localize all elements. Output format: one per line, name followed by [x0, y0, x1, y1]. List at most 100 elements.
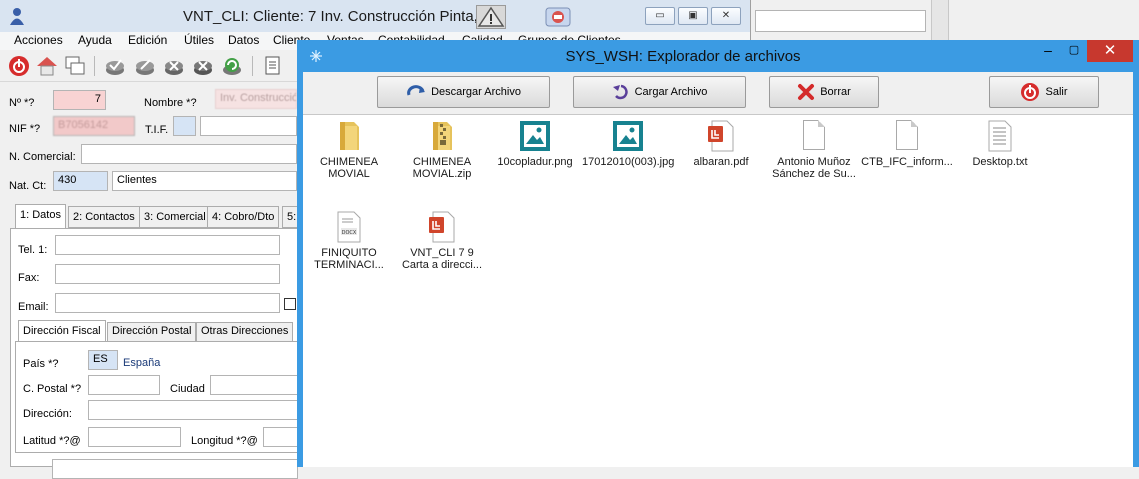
salir-button[interactable]: Salir	[989, 76, 1099, 108]
borrar-button[interactable]: Borrar	[769, 76, 879, 108]
folder-icon	[333, 120, 365, 152]
fg-window-title: SYS_WSH: Explorador de archivos	[565, 48, 801, 65]
file-item[interactable]: Desktop.txt	[954, 120, 1046, 168]
ciudad-label: Ciudad	[170, 383, 205, 395]
natct-value-field[interactable]: Clientes	[112, 171, 297, 191]
toolbar-separator	[94, 56, 95, 76]
file-item[interactable]: VNT_CLI 7 9 Carta a direcci...	[396, 211, 488, 271]
file-name: Desktop.txt	[972, 156, 1028, 168]
tab-datos[interactable]: 1: Datos	[15, 204, 66, 229]
home-icon[interactable]	[36, 55, 58, 77]
bg-close-button[interactable]: ✕	[711, 7, 741, 25]
other-window-scrollbar[interactable]	[931, 0, 948, 42]
tel-label: Tel. 1:	[18, 244, 48, 256]
file-item[interactable]: CHIMENEA MOVIAL	[303, 120, 395, 180]
menu-acciones[interactable]: Acciones	[14, 32, 63, 48]
subtab-direccion-fiscal[interactable]: Dirección Fiscal	[18, 320, 106, 342]
cpostal-field[interactable]	[88, 375, 160, 395]
tab-comercial[interactable]: 3: Comercial	[139, 206, 211, 228]
edit-stack-icon[interactable]	[134, 55, 156, 77]
file-name: VNT_CLI 7 9 Carta a direcci...	[401, 247, 483, 271]
tab-contactos[interactable]: 2: Contactos	[68, 206, 140, 228]
desktop-area	[948, 0, 1139, 42]
direccion-field[interactable]	[88, 400, 298, 420]
menu-datos[interactable]: Datos	[228, 32, 259, 48]
pais-label: País *?	[23, 358, 59, 370]
natct-label: Nat. Ct:	[9, 180, 47, 192]
toolbar-separator	[252, 56, 253, 76]
fg-close-button[interactable]: ✕	[1087, 40, 1133, 62]
docx-file-icon: DOCX	[333, 211, 365, 243]
tif-code-field[interactable]	[173, 116, 196, 136]
file-item[interactable]: 10copladur.png	[489, 120, 581, 168]
file-name: 10copladur.png	[497, 156, 573, 168]
num-field[interactable]: 7	[53, 90, 106, 110]
pais-code-field[interactable]: ES	[88, 350, 118, 370]
file-item[interactable]: CTB_IFC_inform...	[861, 120, 953, 168]
latitud-field[interactable]	[88, 427, 181, 447]
file-item[interactable]: albaran.pdf	[675, 120, 767, 168]
file-item[interactable]: CHIMENEA MOVIAL.zip	[396, 120, 488, 180]
bg-maximize-button[interactable]: ▣	[678, 7, 708, 25]
natct-code-field[interactable]: 430	[53, 171, 108, 191]
cargar-archivo-button[interactable]: Cargar Archivo	[573, 76, 746, 108]
refresh-icon[interactable]	[221, 55, 243, 77]
bg-minimize-button[interactable]: ▭	[645, 7, 675, 25]
file-name: CHIMENEA MOVIAL.zip	[412, 156, 472, 180]
fax-field[interactable]	[55, 264, 280, 284]
power-icon[interactable]	[8, 55, 30, 77]
delete-icon	[798, 84, 815, 100]
file-list: CHIMENEA MOVIAL CHIMENEA MOVIAL.zip 10co…	[303, 114, 1133, 467]
email-field[interactable]	[55, 293, 280, 313]
svg-text:DOCX: DOCX	[342, 230, 357, 236]
zip-folder-icon	[426, 120, 458, 152]
check-stack-icon[interactable]	[104, 55, 126, 77]
image-icon	[612, 120, 644, 152]
file-item[interactable]: Antonio Muñoz Sánchez de Su...	[768, 120, 860, 180]
file-name: 17012010(003).jpg	[582, 156, 675, 168]
windows-icon[interactable]	[64, 55, 86, 77]
pais-name: España	[123, 357, 161, 369]
file-item[interactable]: 17012010(003).jpg	[582, 120, 674, 168]
tools-icon[interactable]	[543, 6, 573, 28]
nif-field[interactable]: B7056142	[53, 116, 135, 136]
nombre-label: Nombre *?	[144, 97, 197, 109]
ciudad-field[interactable]	[210, 375, 298, 395]
upload-icon	[612, 84, 628, 100]
file-item[interactable]: DOCX FINIQUITO TERMINACI...	[303, 211, 395, 271]
pdf-icon	[705, 120, 737, 152]
menu-edicion[interactable]: Edición	[128, 32, 167, 48]
extra-field[interactable]	[52, 459, 298, 479]
warning-icon[interactable]	[476, 5, 506, 29]
image-icon	[519, 120, 551, 152]
power-icon	[1021, 83, 1040, 101]
file-name: Antonio Muñoz Sánchez de Su...	[772, 156, 856, 180]
email-checkbox[interactable]	[284, 298, 296, 310]
file-name: CHIMENEA MOVIAL	[319, 156, 379, 180]
tel-field[interactable]	[55, 235, 280, 255]
num-label: Nº *?	[9, 97, 35, 109]
subtab-direccion-postal[interactable]: Dirección Postal	[107, 322, 197, 342]
tif-field[interactable]	[200, 116, 297, 136]
file-explorer-window: SYS_WSH: Explorador de archivos – ▢ ✕ De…	[297, 40, 1139, 467]
fg-maximize-button[interactable]: ▢	[1059, 40, 1089, 62]
fax-label: Fax:	[18, 272, 40, 284]
delete-all-icon[interactable]	[192, 55, 214, 77]
file-name: CTB_IFC_inform...	[861, 156, 953, 168]
longitud-field[interactable]	[263, 427, 298, 447]
pdf-icon	[426, 211, 458, 243]
bg-window-title: VNT_CLI: Cliente: 7 Inv. Construcción Pi…	[183, 8, 497, 25]
ncomercial-field[interactable]	[81, 144, 297, 164]
nombre-field[interactable]: Inv. Construcción	[215, 89, 297, 109]
tab-cobro-dto[interactable]: 4: Cobro/Dto	[207, 206, 280, 228]
subtab-otras-direcciones[interactable]: Otras Direcciones	[196, 322, 294, 342]
delete-stack-icon[interactable]	[163, 55, 185, 77]
document-icon[interactable]	[262, 55, 284, 77]
other-window-field[interactable]	[755, 10, 926, 32]
descargar-archivo-button[interactable]: Descargar Archivo	[377, 76, 550, 108]
email-label: Email:	[18, 301, 49, 313]
tif-label: T.I.F.	[145, 124, 169, 136]
menu-utiles[interactable]: Útiles	[184, 32, 214, 48]
menu-ayuda[interactable]: Ayuda	[78, 32, 112, 48]
tab-more[interactable]: 5:	[282, 206, 298, 228]
